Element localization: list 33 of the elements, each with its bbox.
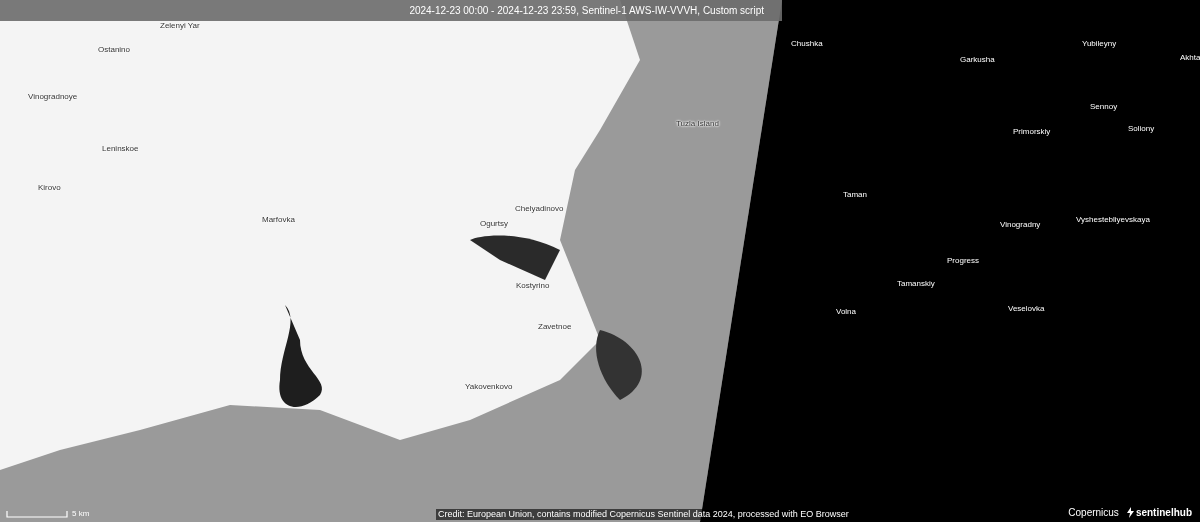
place-label: Zelenyi Yar [160, 20, 200, 32]
place-label: Sennoy [1090, 101, 1118, 113]
place-label: Primorskiy [1013, 126, 1051, 138]
place-label: Progress [947, 255, 979, 267]
place-label: Yakovenkovo [465, 381, 513, 393]
place-label: Taman [843, 189, 867, 201]
sentinelhub-logo: sentinelhub [1135, 507, 1192, 518]
scale-bar-icon [6, 511, 68, 518]
place-label: Vyshestebliyevskaya [1076, 214, 1150, 226]
place-label: Volna [836, 306, 857, 318]
place-label: Garkusha [960, 54, 995, 66]
place-label: Soliony [1128, 123, 1155, 135]
place-label: Kostyrino [516, 280, 550, 292]
place-label: Ostanino [98, 44, 131, 56]
place-label: Vinogradnoye [28, 91, 78, 103]
place-label: Chelyadinovo [515, 203, 564, 215]
place-label: Yubileyny [1082, 38, 1117, 50]
attribution-text: Credit: European Union, contains modified Copernicus Sentinel data 2024, processed with EO Browser [436, 509, 851, 520]
bolt-icon [1126, 507, 1134, 518]
copernicus-logo: Copernicus [1068, 507, 1119, 518]
place-label: Leninskoe [102, 143, 139, 155]
title-bar: 2024-12-23 00:00 - 2024-12-23 23:59, Sentinel-1 AWS-IW-VVVH, Custom script [0, 0, 782, 21]
place-label: Marfovka [262, 214, 295, 226]
place-label: Veselovka [1008, 303, 1045, 315]
place-label: Vinogradny [1000, 219, 1041, 231]
place-label: Ogurtsy [480, 218, 508, 230]
place-label: Chushka [791, 38, 823, 50]
place-label: Akhta [1180, 52, 1200, 64]
place-label: Zavetnoe [538, 321, 572, 333]
place-label: Tamanskiy [897, 278, 935, 290]
place-label: Kirovo [38, 182, 61, 194]
scale-label: 5 km [72, 510, 90, 518]
place-label: Tuzla Island [676, 118, 719, 130]
